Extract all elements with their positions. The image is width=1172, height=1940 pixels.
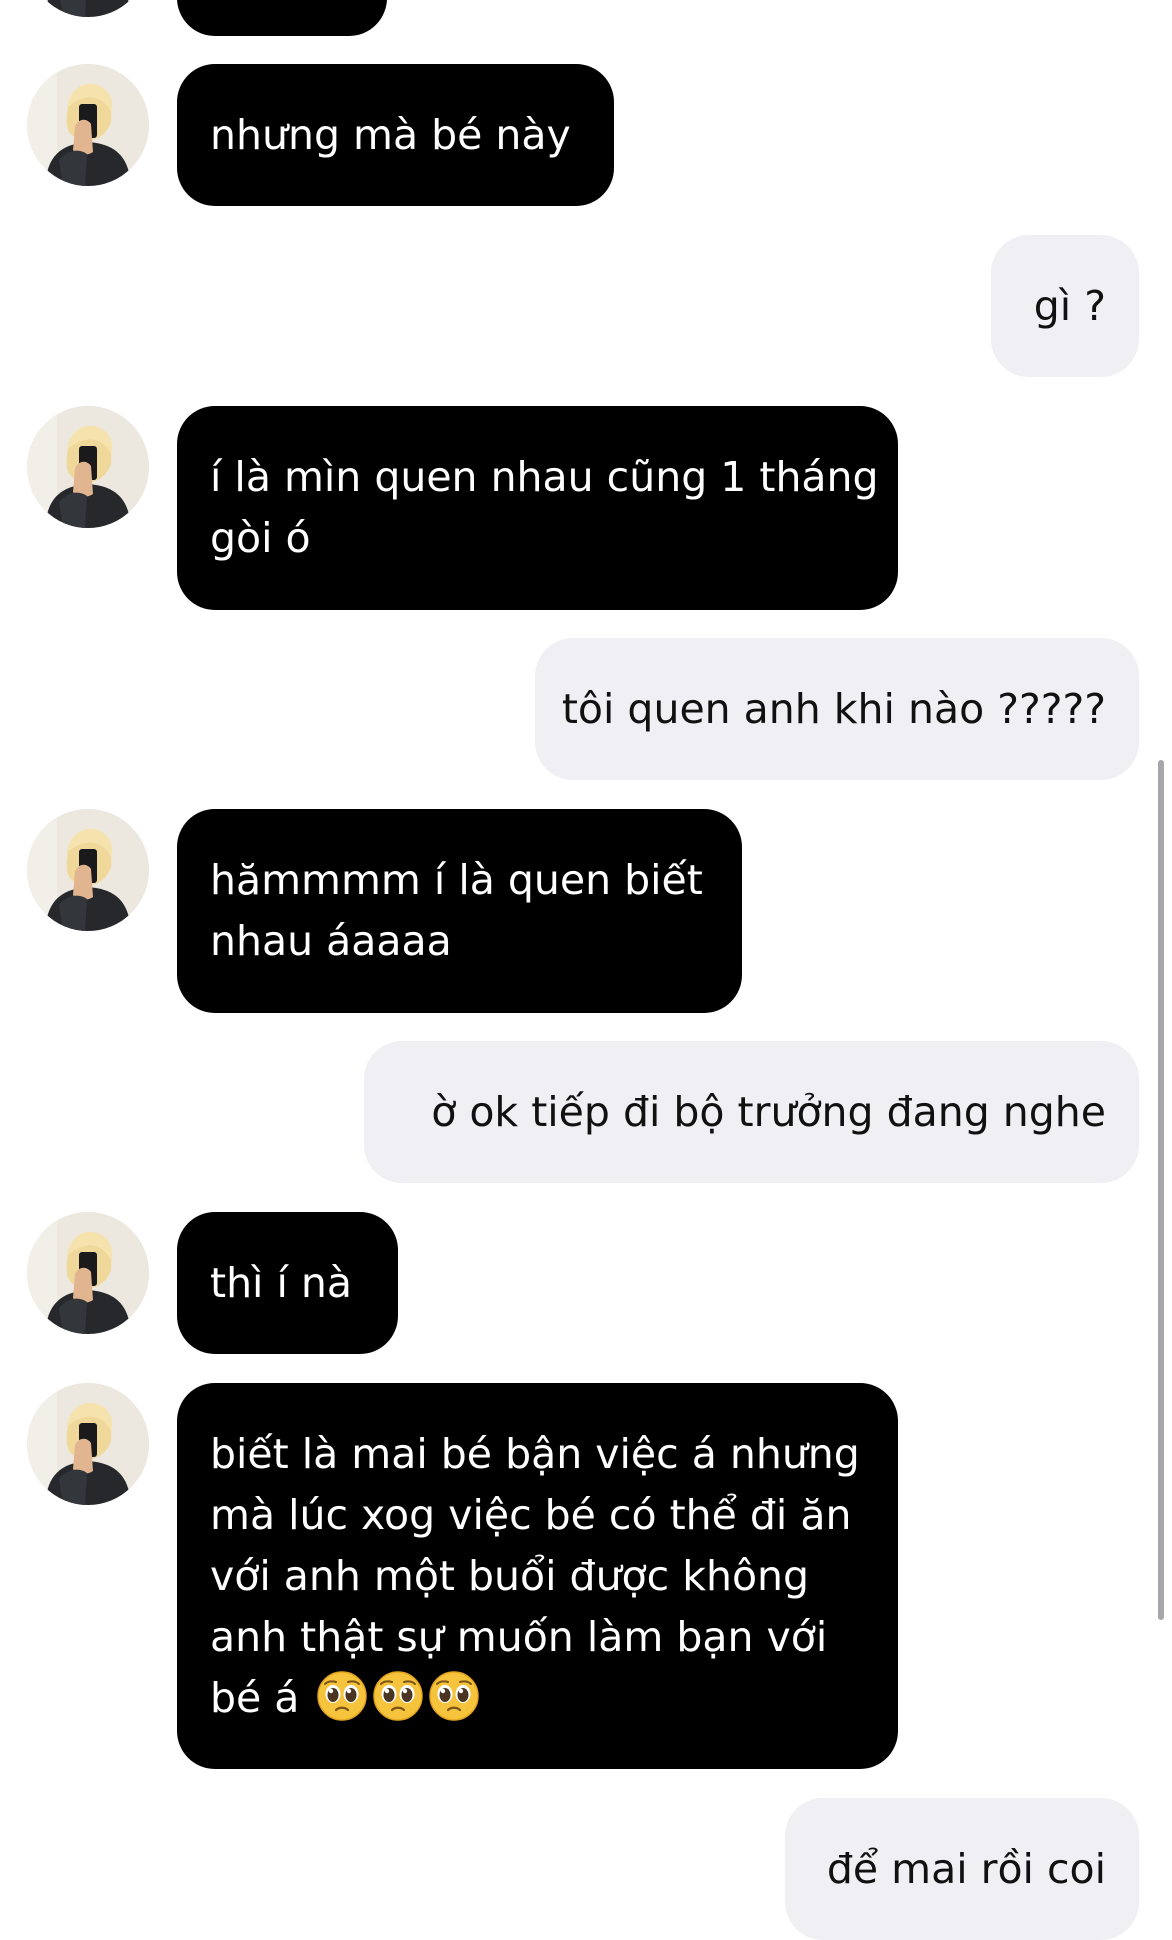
message-text: nhưng mà bé này xyxy=(210,110,571,159)
message-text: thì í nà xyxy=(210,1258,353,1307)
message-text: để mai rồi coi xyxy=(826,1844,1106,1893)
message-text-line: với anh một buổi được không xyxy=(210,1551,810,1600)
message-text-line: anh thật sự muốn làm bạn với xyxy=(210,1612,828,1661)
avatar[interactable] xyxy=(27,1383,149,1505)
pleading-face-icon xyxy=(428,1670,480,1722)
message-bubble-incoming[interactable]: í là mìn quen nhau cũng 1 tháng gòi ó xyxy=(177,406,898,610)
message-bubble-incoming[interactable] xyxy=(177,0,387,36)
avatar[interactable] xyxy=(27,0,149,17)
message-text: gì ? xyxy=(1033,281,1106,330)
pleading-face-icon xyxy=(316,1670,368,1722)
message-text-line: mà lúc xog việc bé có thể đi ăn xyxy=(210,1490,852,1539)
avatar[interactable] xyxy=(27,64,149,186)
message-bubble-incoming[interactable]: nhưng mà bé này xyxy=(177,64,614,206)
message-bubble-incoming[interactable]: hămmmm í là quen biết nhau áaaaa xyxy=(177,809,742,1013)
message-text-line-with-emoji: bé á xyxy=(210,1668,480,1729)
message-bubble-incoming[interactable]: thì í nà xyxy=(177,1212,398,1354)
message-text-line: biết là mai bé bận việc á nhưng xyxy=(210,1429,860,1478)
message-text-line: í là mìn quen nhau cũng 1 tháng xyxy=(210,453,879,501)
message-bubble-outgoing[interactable]: ờ ok tiếp đi bộ trưởng đang nghe xyxy=(364,1041,1139,1183)
message-text-line: gòi ó xyxy=(210,514,311,562)
avatar[interactable] xyxy=(27,809,149,931)
message-bubble-incoming[interactable]: biết là mai bé bận việc á nhưng mà lúc x… xyxy=(177,1383,898,1769)
message-text: ờ ok tiếp đi bộ trưởng đang nghe xyxy=(431,1087,1106,1136)
message-bubble-outgoing[interactable]: gì ? xyxy=(991,235,1139,377)
message-text-line: hămmmm í là quen biết xyxy=(210,856,703,904)
avatar[interactable] xyxy=(27,406,149,528)
message-bubble-outgoing[interactable]: tôi quen anh khi nào ????? xyxy=(535,638,1139,780)
pleading-face-icon xyxy=(372,1670,424,1722)
message-text: tôi quen anh khi nào ????? xyxy=(561,684,1106,733)
scrollbar[interactable] xyxy=(1158,760,1164,1620)
message-text-line: nhau áaaaa xyxy=(210,917,452,965)
avatar[interactable] xyxy=(27,1212,149,1334)
message-text-line: bé á xyxy=(210,1673,300,1722)
message-bubble-outgoing[interactable]: để mai rồi coi xyxy=(785,1798,1139,1940)
